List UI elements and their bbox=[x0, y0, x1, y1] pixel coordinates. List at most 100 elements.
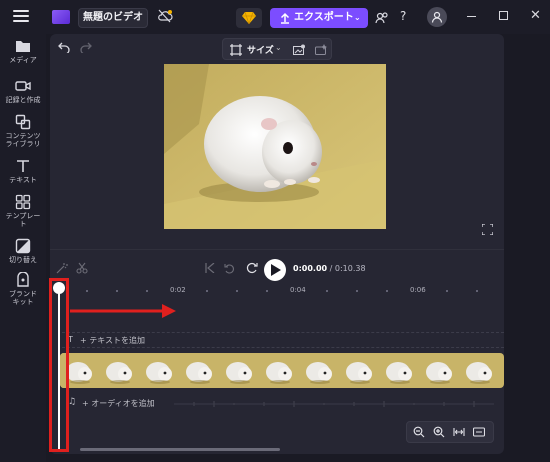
ruler-tick bbox=[386, 290, 388, 292]
ruler-tick-label: 0:06 bbox=[410, 286, 426, 294]
audio-track[interactable]: ♫ + オーディオを追加 bbox=[62, 393, 504, 415]
chevron-down-icon: ⌄ bbox=[275, 43, 282, 52]
clip-thumbnail bbox=[380, 353, 420, 388]
ruler-tick-label: 0:04 bbox=[290, 286, 306, 294]
zoom-out-icon[interactable] bbox=[413, 426, 425, 438]
close-icon[interactable]: ✕ bbox=[530, 8, 541, 23]
avatar[interactable] bbox=[427, 7, 447, 27]
chevron-down-icon: ⌄ bbox=[354, 13, 361, 22]
text-icon bbox=[17, 160, 29, 172]
library-icon bbox=[15, 114, 31, 130]
fullscreen-icon[interactable] bbox=[482, 224, 493, 235]
preview-image bbox=[164, 64, 386, 229]
help-icon[interactable]: ? bbox=[400, 9, 406, 23]
text-track[interactable]: T + テキストを追加 bbox=[62, 332, 504, 348]
ruler-tick bbox=[206, 290, 208, 292]
brand-kit-icon bbox=[17, 272, 29, 287]
timeline-view-icon[interactable] bbox=[473, 426, 485, 438]
maximize-icon[interactable] bbox=[499, 11, 508, 20]
ruler-tick bbox=[476, 290, 478, 292]
transitions-icon bbox=[15, 238, 31, 254]
skip-back-icon[interactable] bbox=[205, 263, 215, 273]
timeline-scrollbar[interactable] bbox=[80, 448, 280, 451]
clip-thumbnail bbox=[220, 353, 260, 388]
time-display: 0:00.00 / 0:10.38 bbox=[293, 264, 366, 273]
top-bar: 無題のビデオ エクスポート ⌄ ? ✕ bbox=[46, 0, 550, 34]
clip-thumbnail bbox=[100, 353, 140, 388]
editor-panel: サイズ ⌄ 0:00.00 / 0:10.38 0:02 0:04 0:06 T… bbox=[50, 34, 504, 454]
clip-thumbnail bbox=[140, 353, 180, 388]
gem-icon bbox=[242, 12, 256, 24]
sidebar-item-label: ブランド キット bbox=[9, 290, 37, 306]
sidebar-item-label: 記録と作成 bbox=[5, 96, 41, 104]
time-separator: / bbox=[327, 264, 335, 273]
export-label: エクスポート bbox=[294, 12, 354, 23]
video-preview[interactable] bbox=[164, 64, 386, 229]
export-button[interactable]: エクスポート ⌄ bbox=[270, 8, 368, 28]
sidebar-item-label: メディア bbox=[9, 56, 37, 64]
background-icon[interactable] bbox=[293, 44, 306, 55]
aspect-ratio-icon[interactable] bbox=[230, 44, 242, 56]
premium-button[interactable] bbox=[236, 8, 262, 28]
redo-icon[interactable] bbox=[80, 41, 92, 53]
timeline-ruler[interactable]: 0:02 0:04 0:06 bbox=[50, 284, 504, 300]
magic-wand-icon[interactable] bbox=[56, 262, 68, 274]
video-clip[interactable] bbox=[60, 353, 504, 388]
ruler-tick bbox=[326, 290, 328, 292]
ruler-tick bbox=[446, 290, 448, 292]
right-arrow-annotation-icon bbox=[70, 304, 176, 318]
zoom-in-icon[interactable] bbox=[433, 426, 445, 438]
cloud-sync-off-icon[interactable] bbox=[157, 9, 173, 23]
sidebar-item-text[interactable]: テキスト bbox=[0, 158, 46, 184]
app-logo-icon bbox=[52, 10, 70, 24]
menu-icon[interactable] bbox=[13, 10, 29, 22]
ruler-tick bbox=[86, 290, 88, 292]
upload-icon bbox=[280, 12, 290, 24]
preview-toolbar: サイズ ⌄ bbox=[222, 38, 332, 60]
sidebar-item-label: テキスト bbox=[9, 176, 37, 184]
rewind-5-icon[interactable] bbox=[224, 263, 235, 274]
share-people-icon[interactable] bbox=[375, 11, 389, 25]
ruler-tick-label: 0:02 bbox=[170, 286, 186, 294]
add-text-button[interactable]: + テキストを追加 bbox=[80, 335, 145, 346]
sidebar-item-templates[interactable]: テンプレー ト bbox=[0, 194, 46, 228]
clip-thumbnail bbox=[300, 353, 340, 388]
ruler-tick bbox=[116, 290, 118, 292]
clip-thumbnail bbox=[260, 353, 300, 388]
add-audio-button[interactable]: + オーディオを追加 bbox=[82, 398, 155, 409]
play-icon bbox=[271, 264, 281, 276]
sidebar-item-record[interactable]: 記録と作成 bbox=[0, 78, 46, 104]
ruler-tick bbox=[356, 290, 358, 292]
highlight-annotation-box bbox=[49, 278, 69, 452]
audio-waveform-placeholder bbox=[174, 401, 494, 407]
music-note-icon: ♫ bbox=[68, 397, 77, 407]
forward-5-icon[interactable] bbox=[246, 262, 258, 274]
total-time: 0:10.38 bbox=[334, 264, 366, 273]
sidebar-item-label: 切り替え bbox=[9, 256, 37, 264]
sidebar-item-transitions[interactable]: 切り替え bbox=[0, 238, 46, 264]
minimize-icon[interactable] bbox=[467, 16, 476, 17]
project-title[interactable]: 無題のビデオ bbox=[78, 8, 148, 28]
sidebar-item-content-library[interactable]: コンテンツ ライブラリ bbox=[0, 114, 46, 148]
zoom-controls bbox=[406, 421, 494, 443]
camera-icon bbox=[15, 81, 31, 91]
ruler-tick bbox=[146, 290, 148, 292]
left-sidebar: メディア 記録と作成 コンテンツ ライブラリ テキスト テンプレー ト 切り替え… bbox=[0, 0, 46, 462]
magic-tool-icon[interactable] bbox=[315, 44, 328, 55]
divider bbox=[50, 249, 504, 250]
ruler-tick bbox=[236, 290, 238, 292]
sidebar-item-label: テンプレー ト bbox=[5, 212, 41, 228]
clip-thumbnail bbox=[420, 353, 460, 388]
sidebar-item-label: コンテンツ ライブラリ bbox=[5, 132, 41, 148]
user-icon bbox=[431, 11, 443, 23]
size-button[interactable]: サイズ bbox=[247, 43, 274, 56]
fit-width-icon[interactable] bbox=[453, 426, 465, 438]
folder-icon bbox=[16, 41, 30, 52]
scissors-icon[interactable] bbox=[76, 262, 88, 274]
undo-icon[interactable] bbox=[58, 41, 70, 53]
clip-thumbnail bbox=[340, 353, 380, 388]
sidebar-item-media[interactable]: メディア bbox=[0, 38, 46, 64]
sidebar-item-brand-kit[interactable]: ブランド キット bbox=[0, 272, 46, 306]
current-time: 0:00.00 bbox=[293, 264, 328, 273]
play-button[interactable] bbox=[264, 259, 286, 281]
